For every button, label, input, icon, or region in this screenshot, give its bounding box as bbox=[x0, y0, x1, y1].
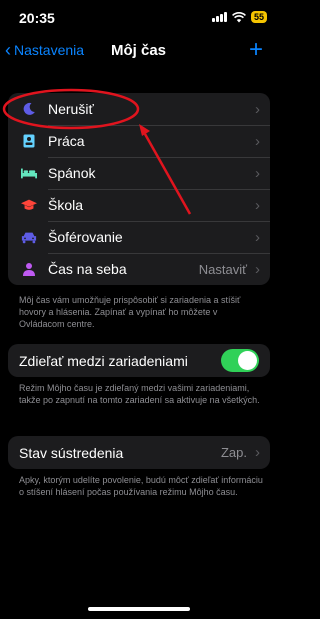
chevron-right-icon: › bbox=[255, 100, 260, 118]
focus-mode-label: Škola bbox=[48, 197, 84, 213]
focus-mode-do-not-disturb[interactable]: Nerušiť › bbox=[8, 93, 270, 125]
focus-status-label: Stav sústredenia bbox=[19, 444, 124, 461]
focus-mode-work[interactable]: Práca › bbox=[8, 125, 270, 157]
focus-mode-label: Nerušiť bbox=[48, 101, 94, 117]
chevron-right-icon: › bbox=[255, 444, 260, 461]
focus-mode-label: Čas na seba bbox=[48, 261, 127, 277]
share-across-devices-row: Zdieľať medzi zariadeniami bbox=[8, 344, 270, 377]
status-footnote: Apky, ktorým udelíte povolenie, budú môc… bbox=[19, 475, 263, 497]
battery-indicator: 55 bbox=[250, 11, 267, 23]
status-bar: 20:35 55 bbox=[0, 0, 277, 34]
person-icon bbox=[21, 261, 37, 277]
focus-status-row[interactable]: Stav sústredenia Zap. › bbox=[8, 436, 270, 469]
chevron-right-icon: › bbox=[255, 196, 260, 214]
bed-icon bbox=[21, 165, 37, 181]
focus-mode-value: Nastaviť bbox=[198, 261, 247, 277]
focus-mode-label: Spánok bbox=[48, 165, 96, 181]
focus-mode-label: Práca bbox=[48, 133, 85, 149]
chevron-right-icon: › bbox=[255, 164, 260, 182]
focus-modes-list: Nerušiť › Práca › Spánok › Škola › Šofér… bbox=[8, 93, 270, 285]
home-indicator bbox=[88, 607, 190, 611]
share-footnote: Režim Môjho času je zdieľaný medzi vašim… bbox=[19, 383, 260, 405]
focus-mode-driving[interactable]: Šoférovanie › bbox=[8, 221, 270, 253]
focus-status-value: Zap. bbox=[220, 445, 247, 460]
status-icons: 55 bbox=[211, 11, 267, 23]
moon-icon bbox=[21, 101, 37, 117]
page-title: Môj čas bbox=[110, 42, 167, 59]
navigation-bar: ‹ Nastavenia Môj čas + bbox=[0, 36, 277, 66]
id-badge-icon bbox=[21, 133, 37, 149]
focus-status-group: Stav sústredenia Zap. › bbox=[8, 436, 270, 469]
chevron-right-icon: › bbox=[255, 228, 260, 246]
cellular-signal-icon bbox=[211, 12, 227, 22]
focus-mode-label: Šoférovanie bbox=[48, 229, 123, 245]
wifi-icon bbox=[232, 11, 246, 22]
chevron-right-icon: › bbox=[255, 260, 260, 278]
car-icon bbox=[21, 229, 37, 245]
status-time: 20:35 bbox=[19, 10, 55, 26]
chevron-right-icon: › bbox=[255, 132, 260, 150]
toggle-knob bbox=[238, 351, 257, 370]
focus-mode-personal[interactable]: Čas na seba Nastaviť › bbox=[8, 253, 270, 285]
add-focus-button[interactable]: + bbox=[249, 36, 263, 64]
graduation-cap-icon bbox=[21, 197, 37, 213]
focus-mode-sleep[interactable]: Spánok › bbox=[8, 157, 270, 189]
share-across-devices-toggle[interactable] bbox=[221, 349, 259, 372]
share-across-devices-group: Zdieľať medzi zariadeniami bbox=[8, 344, 270, 377]
focus-mode-school[interactable]: Škola › bbox=[8, 189, 270, 221]
focus-footnote: Môj čas vám umožňuje prispôsobiť si zari… bbox=[19, 295, 241, 329]
